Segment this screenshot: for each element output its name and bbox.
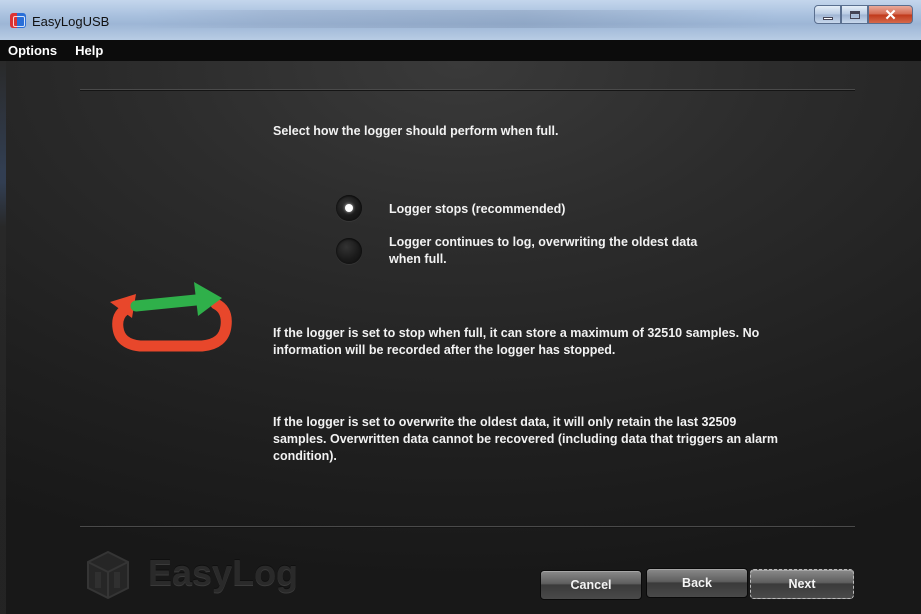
left-edge bbox=[0, 61, 6, 614]
app-icon bbox=[10, 13, 26, 28]
radio-logger-overwrite[interactable] bbox=[336, 238, 362, 264]
next-button[interactable]: Next bbox=[750, 569, 854, 599]
window-controls: ✕ bbox=[814, 5, 913, 26]
easylog-logo-icon bbox=[87, 550, 129, 600]
menu-bar: Options Help bbox=[0, 40, 921, 61]
info-overwrite-text: If the logger is set to overwrite the ol… bbox=[273, 415, 778, 463]
menu-help[interactable]: Help bbox=[66, 43, 112, 58]
info-stop-text: If the logger is set to stop when full, … bbox=[273, 326, 760, 357]
close-icon: ✕ bbox=[884, 6, 897, 24]
close-button[interactable]: ✕ bbox=[868, 5, 913, 24]
maximize-icon bbox=[849, 10, 860, 19]
top-divider bbox=[80, 89, 855, 90]
option-label-overwrite[interactable]: Logger continues to log, overwriting the… bbox=[389, 234, 709, 268]
radio-logger-stops[interactable] bbox=[336, 195, 362, 221]
minimize-icon bbox=[822, 16, 833, 20]
option-label-stops[interactable]: Logger stops (recommended) bbox=[389, 201, 565, 218]
menu-options[interactable]: Options bbox=[0, 43, 66, 58]
title-bar-glass bbox=[140, 10, 780, 28]
window-title: EasyLogUSB bbox=[32, 14, 110, 29]
cycle-arrows-icon bbox=[110, 282, 232, 352]
cancel-button[interactable]: Cancel bbox=[540, 570, 642, 600]
minimize-button[interactable] bbox=[814, 5, 841, 24]
maximize-button[interactable] bbox=[841, 5, 868, 24]
app-window: EasyLogUSB ✕ Options Help Select how the… bbox=[0, 0, 921, 614]
title-bar[interactable]: EasyLogUSB ✕ bbox=[0, 0, 921, 40]
wizard-heading: Select how the logger should perform whe… bbox=[273, 124, 559, 138]
easylog-logo-text: EasyLog bbox=[148, 552, 299, 593]
bottom-divider bbox=[80, 526, 855, 527]
back-button[interactable]: Back bbox=[646, 568, 748, 598]
